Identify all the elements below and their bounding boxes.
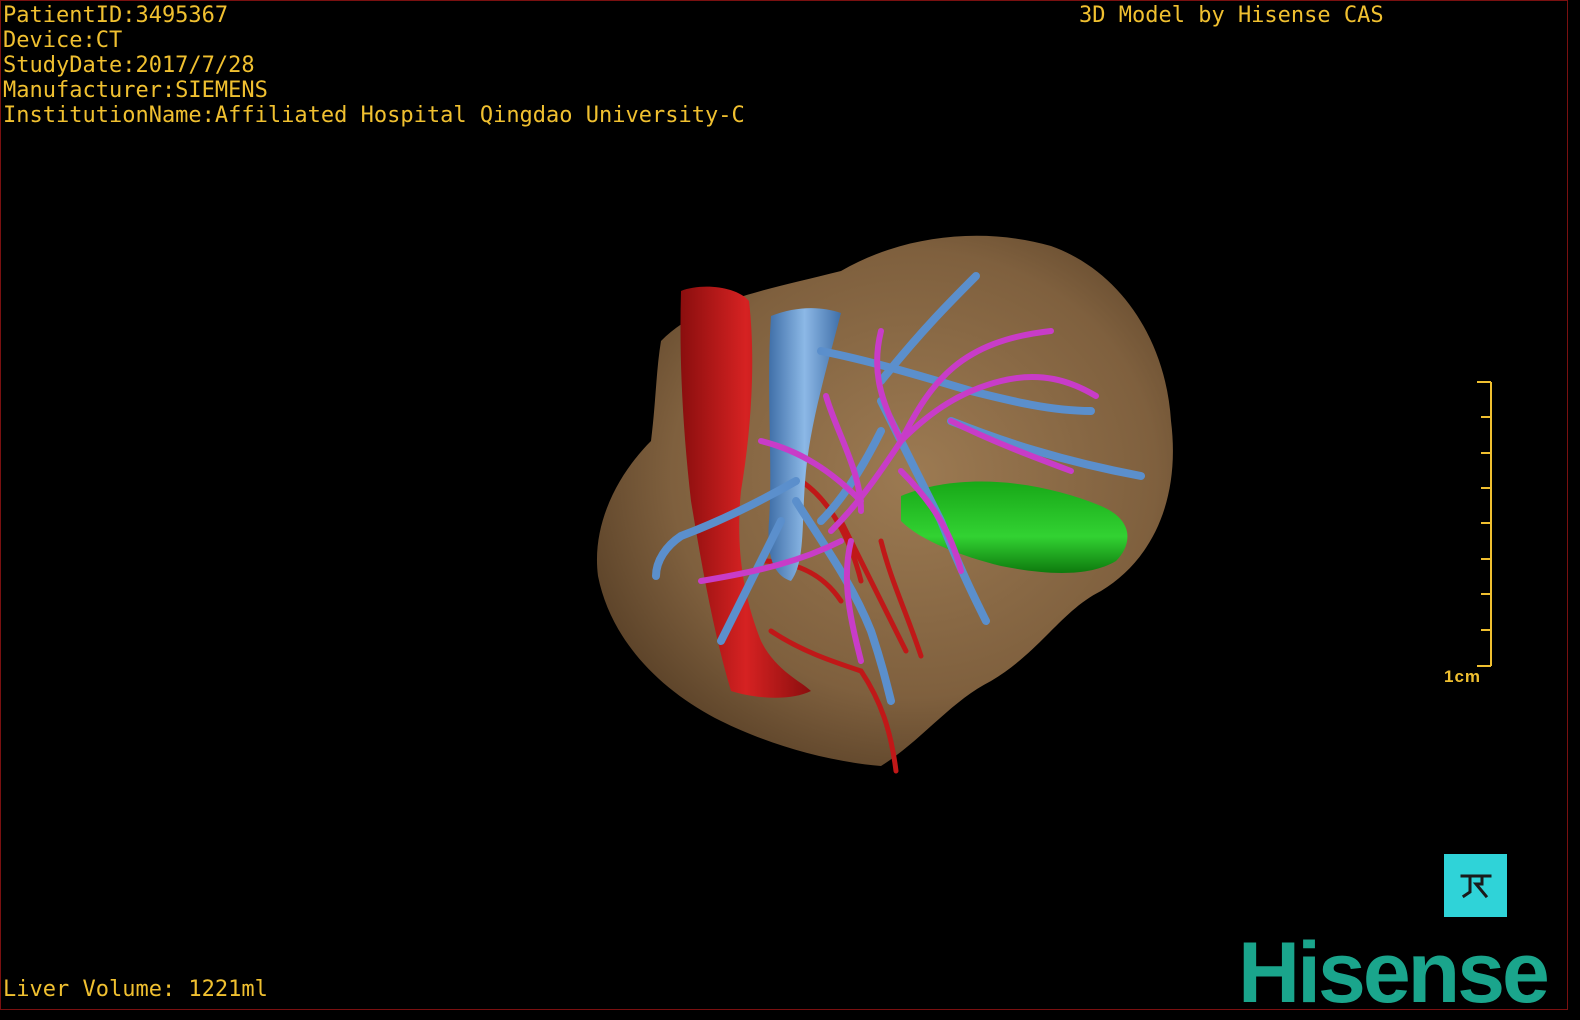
model-credit: 3D Model by Hisense CAS <box>1079 3 1384 28</box>
3d-viewport[interactable]: PatientID:3495367 Device:CT StudyDate:20… <box>0 0 1568 1010</box>
manufacturer: Manufacturer:SIEMENS <box>3 78 268 103</box>
liver-volume: Liver Volume: 1221ml <box>3 977 268 1002</box>
study-info: PatientID:3495367 Device:CT StudyDate:20… <box>3 3 745 128</box>
study-date: StudyDate:2017/7/28 <box>3 53 255 78</box>
liver-3d-model[interactable] <box>1 1 1568 1010</box>
scale-ruler <box>1477 381 1492 667</box>
patient-id: PatientID:3495367 <box>3 3 229 28</box>
reset-view-button[interactable] <box>1444 854 1507 917</box>
scale-label: 1cm <box>1444 667 1482 686</box>
institution-name: InstitutionName:Affiliated Hospital Qing… <box>3 103 745 128</box>
hisense-logo: Hisense <box>1238 925 1550 1020</box>
reset-view-icon <box>1460 874 1491 898</box>
device: Device:CT <box>3 28 123 53</box>
